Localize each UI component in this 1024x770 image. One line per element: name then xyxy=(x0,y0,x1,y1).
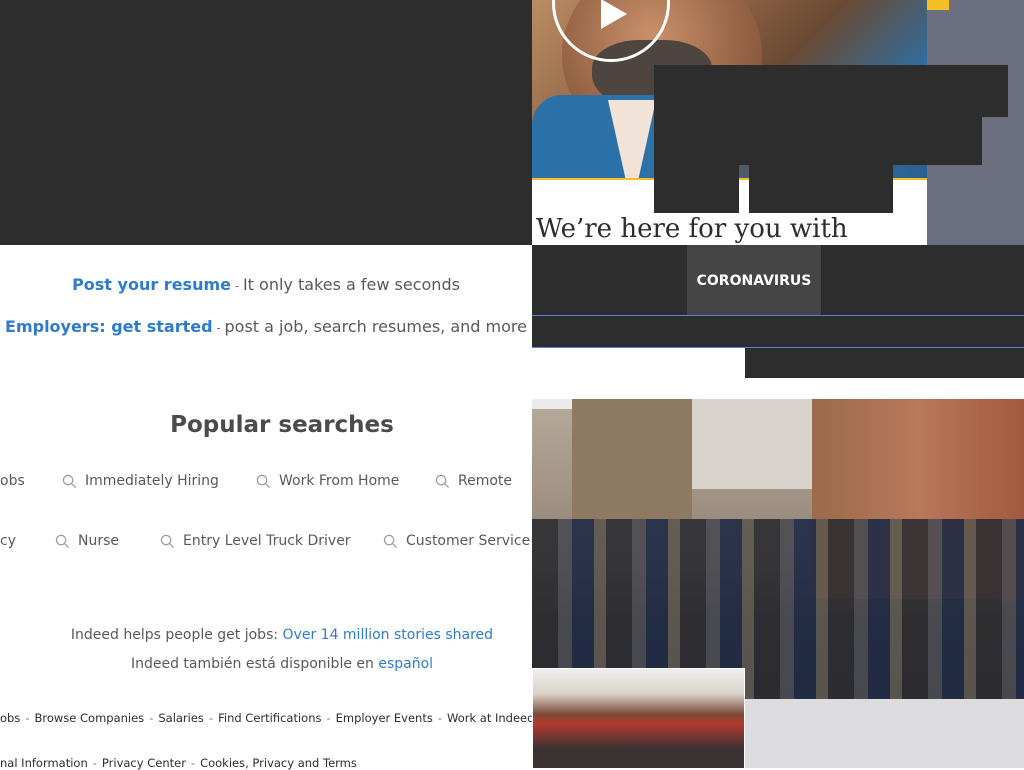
chip-label: Work From Home xyxy=(279,473,400,489)
employers-line: Employers: get started - post a job, sea… xyxy=(0,317,532,336)
chip-label: Customer Service xyxy=(406,533,531,549)
popular-search-chip[interactable]: Immediately Hiring xyxy=(62,473,219,489)
footer-link[interactable]: Employer Events xyxy=(336,711,433,725)
popular-searches-title: Popular searches xyxy=(170,412,394,438)
chip-label: Entry Level Truck Driver xyxy=(183,533,351,549)
search-icon xyxy=(256,474,271,488)
footer-links-row-1: obs - Browse Companies - Salaries - Find Certi… xyxy=(0,711,532,725)
chip-label: Nurse xyxy=(78,533,120,549)
footer-separator: - xyxy=(437,711,442,725)
overlay-block xyxy=(532,316,1024,347)
popular-search-chip[interactable]: Remote xyxy=(435,473,512,489)
espanol-link[interactable]: español xyxy=(378,656,433,672)
search-icon xyxy=(62,474,77,488)
obscured-glyph xyxy=(196,236,210,245)
here-for-you-headline: We’re here for you with xyxy=(536,214,848,244)
right-panel: We’re here for you with CORONAVIRUS xyxy=(532,0,1024,768)
overlay-block xyxy=(745,348,1024,378)
footer-separator: - xyxy=(326,711,331,725)
chip-label: obs xyxy=(0,473,25,489)
employers-link[interactable]: Employers: get started xyxy=(5,317,213,336)
photo-building xyxy=(572,399,692,519)
photo-sign xyxy=(532,399,572,409)
chip-label: cy xyxy=(0,533,16,549)
footer-separator: - xyxy=(208,711,214,725)
footer-separator: - xyxy=(149,711,154,725)
espanol-text: Indeed también está disponible en xyxy=(130,656,379,672)
popular-search-chip[interactable]: obs xyxy=(0,473,25,489)
post-resume-desc: It only takes a few seconds xyxy=(242,275,460,294)
overlay-block xyxy=(654,65,1008,117)
photo-sky xyxy=(692,399,812,489)
modal-overlay xyxy=(0,0,532,245)
footer-link[interactable]: Find Certifications xyxy=(218,711,321,725)
popular-search-chip[interactable]: cy xyxy=(0,533,16,549)
separator: - xyxy=(212,321,225,335)
stories-text: Indeed helps people get jobs: xyxy=(70,627,283,643)
stories-line: Indeed helps people get jobs: Over 14 mi… xyxy=(0,627,564,643)
accent-tab xyxy=(927,0,949,10)
search-icon xyxy=(55,534,70,548)
espanol-line: Indeed también está disponible en españo… xyxy=(0,656,564,672)
overlay-block xyxy=(654,115,982,165)
chip-label: Remote xyxy=(458,473,513,489)
popular-search-chip[interactable]: Nurse xyxy=(55,533,119,549)
footer-link[interactable]: Browse Companies xyxy=(34,711,144,725)
tube-train-photo xyxy=(532,668,745,768)
post-resume-link[interactable]: Post your resume xyxy=(72,275,231,294)
overlay-block xyxy=(654,163,739,213)
tab-coronavirus[interactable]: CORONAVIRUS xyxy=(687,245,821,316)
footer-separator: - xyxy=(25,711,30,725)
employers-desc: post a job, search resumes, and more xyxy=(224,317,527,336)
footer-link[interactable]: obs xyxy=(0,711,20,725)
popular-search-chip[interactable]: Customer Service xyxy=(383,533,530,549)
footer-link[interactable]: Work at Indeed xyxy=(447,711,532,725)
chip-label: Immediately Hiring xyxy=(85,473,219,489)
separator: - xyxy=(230,279,243,293)
overlay-block xyxy=(749,163,893,213)
footer-link[interactable]: Salaries xyxy=(158,711,204,725)
stories-link[interactable]: Over 14 million stories shared xyxy=(283,627,494,643)
search-icon xyxy=(435,474,450,488)
popular-search-chip[interactable]: Work From Home xyxy=(256,473,399,489)
popular-search-chip[interactable]: Entry Level Truck Driver xyxy=(160,533,351,549)
search-icon xyxy=(160,534,175,548)
search-icon xyxy=(383,534,398,548)
post-resume-line: Post your resume - It only takes a few s… xyxy=(0,275,532,294)
